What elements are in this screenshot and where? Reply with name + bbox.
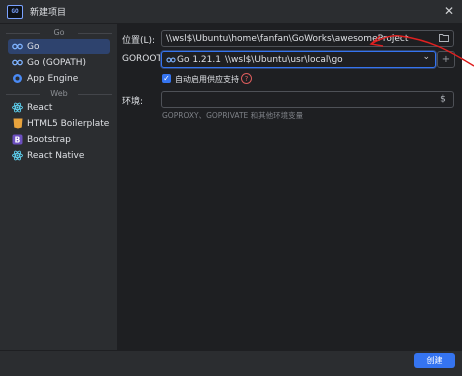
sidebar-item-app-engine[interactable]: App Engine [8,71,110,86]
group-header-web: Web [6,89,112,99]
svg-text:$: $ [440,95,446,104]
svg-text:B: B [15,135,21,144]
goroot-label: GOROOT: [122,54,165,64]
group-header-go: Go [6,28,112,38]
title-bar: GO 新建项目 ✕ [0,0,462,24]
react-icon [12,150,23,161]
sidebar-item-label: HTML5 Boilerplate [27,118,110,129]
sidebar-item-label: React [27,102,53,113]
sidebar-item-label: App Engine [27,73,79,84]
goland-app-icon: GO [7,4,23,19]
sidebar-item-label: React Native [27,150,85,161]
sidebar-item-bootstrap[interactable]: B Bootstrap [8,132,110,147]
chevron-down-icon: ⌄ [422,52,430,62]
help-icon[interactable]: ? [241,73,252,84]
sidebar-item-label: Go (GOPATH) [27,57,86,68]
location-value: \\wsl$\Ubuntu\home\fanfan\GoWorks\awesom… [166,33,409,44]
bootstrap-icon: B [12,134,23,145]
app-engine-icon [12,73,23,84]
checkmark-icon: ✓ [163,74,170,83]
environment-hint: GOPROXY、GOPRIVATE 和其他环境变量 [162,111,304,120]
goroot-path: \\wsl$\Ubuntu\usr\local\go [224,54,343,65]
location-label: 位置(L): [122,36,156,46]
environment-label: 环境: [122,97,144,107]
goroot-select[interactable]: Go 1.21.1 \\wsl$\Ubuntu\usr\local\go ⌄ [161,51,436,68]
dialog-footer [0,350,462,376]
sidebar-item-label: Go [27,41,40,52]
edit-env-icon[interactable]: $ [439,93,449,105]
environment-input[interactable]: $ [161,91,454,108]
project-type-sidebar: Go Go Go (GOPATH) App Engine Web React H… [0,24,118,350]
project-settings-panel [118,24,462,350]
folder-icon[interactable] [439,33,449,42]
create-button[interactable]: 创建 [414,353,455,368]
vendor-support-label: 自动启用供应支持 [175,75,239,84]
goroot-version: Go 1.21.1 [177,54,221,65]
sidebar-item-html5-boilerplate[interactable]: HTML5 Boilerplate [8,116,110,131]
new-project-dialog: GO 新建项目 ✕ Go Go Go (GOPATH) App Engine W… [0,0,462,376]
add-sdk-button[interactable]: + [437,51,455,68]
sidebar-item-label: Bootstrap [27,134,71,145]
react-icon [12,102,23,113]
vendor-support-checkbox[interactable]: ✓ [162,74,171,83]
sidebar-item-go-gopath[interactable]: Go (GOPATH) [8,55,110,70]
window-title: 新建项目 [30,8,67,18]
location-input[interactable]: \\wsl$\Ubuntu\home\fanfan\GoWorks\awesom… [161,30,454,47]
go-icon [12,41,23,52]
go-icon [165,54,176,65]
plus-icon: + [441,54,451,65]
sidebar-item-react-native[interactable]: React Native [8,148,110,163]
sidebar-item-go[interactable]: Go [8,39,110,54]
sidebar-item-react[interactable]: React [8,100,110,115]
html5-icon [12,118,23,129]
close-icon[interactable]: ✕ [444,4,454,18]
go-icon [12,57,23,68]
